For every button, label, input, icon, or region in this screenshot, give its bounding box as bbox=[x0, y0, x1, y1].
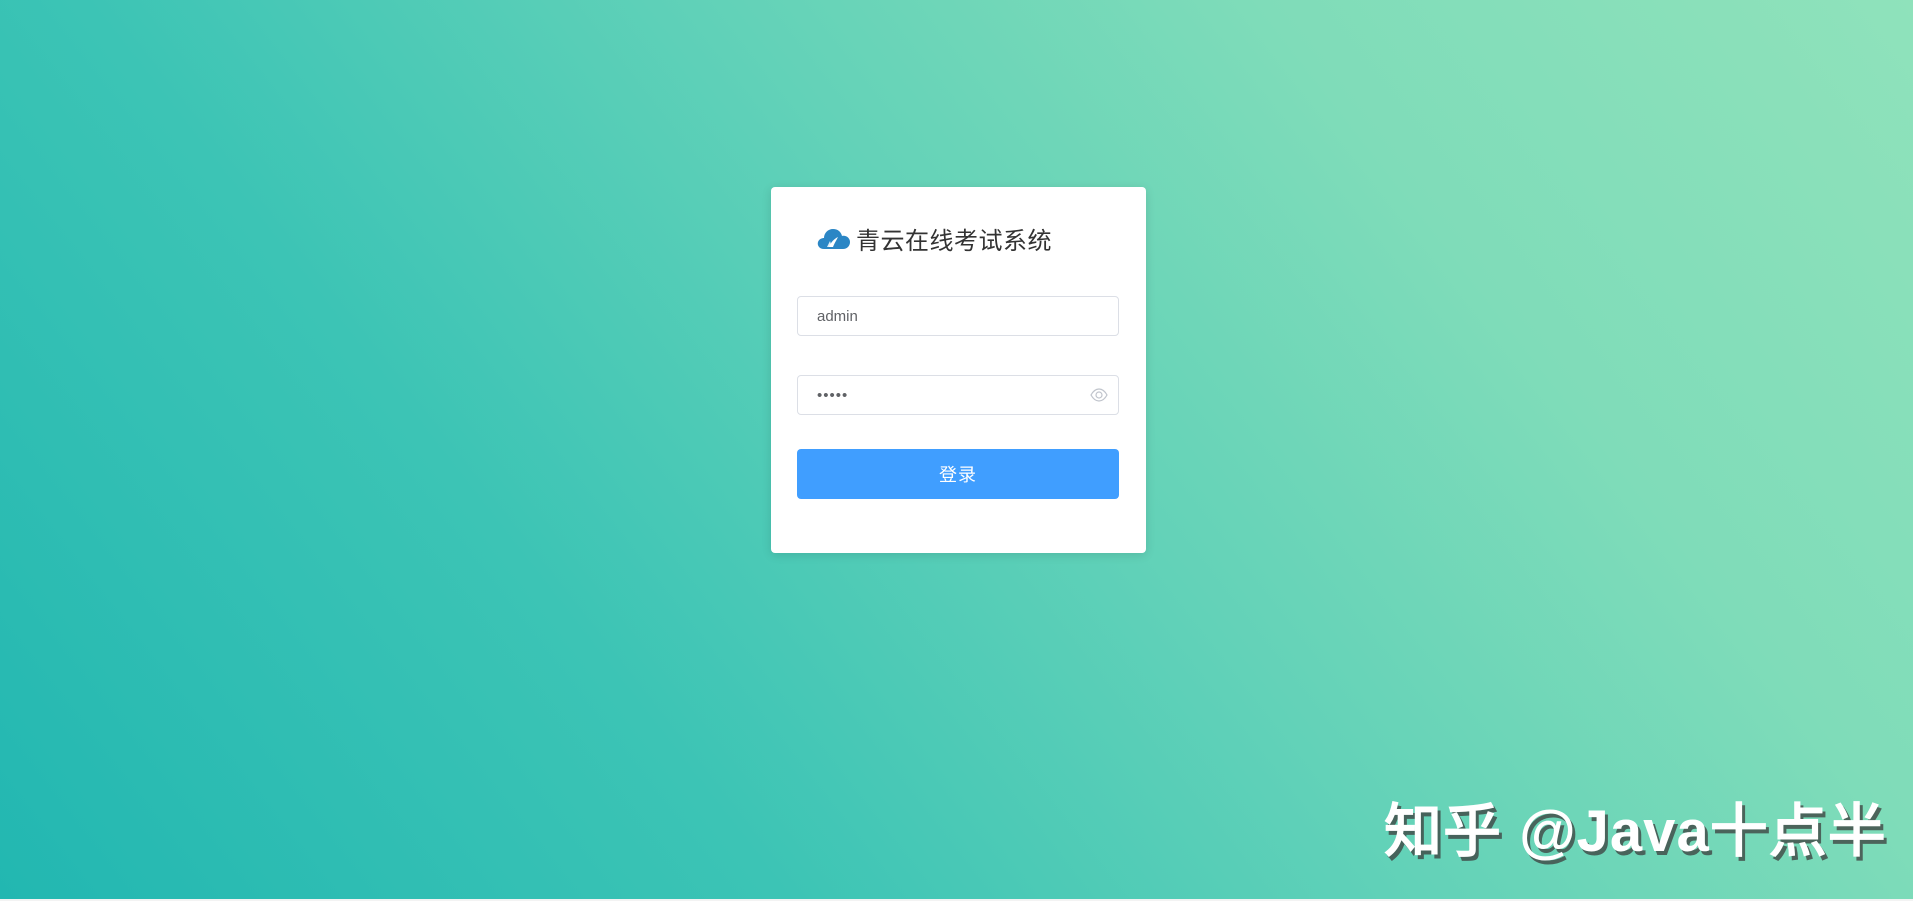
cloud-logo-icon bbox=[816, 223, 852, 253]
login-card: 青云在线考试系统 登录 bbox=[771, 187, 1146, 553]
app-title: 青云在线考试系统 bbox=[856, 227, 1052, 255]
password-field[interactable] bbox=[797, 375, 1119, 415]
login-page: 青云在线考试系统 登录 知乎 @Java十点半 bbox=[0, 0, 1913, 901]
watermark-text: 知乎 @Java十点半 bbox=[1384, 799, 1887, 864]
brand-header: 青云在线考试系统 bbox=[816, 221, 1052, 255]
login-button[interactable]: 登录 bbox=[797, 449, 1119, 499]
username-input[interactable] bbox=[798, 297, 1118, 335]
username-field[interactable] bbox=[797, 296, 1119, 336]
password-input[interactable] bbox=[798, 376, 1118, 414]
eye-icon[interactable] bbox=[1090, 388, 1108, 402]
